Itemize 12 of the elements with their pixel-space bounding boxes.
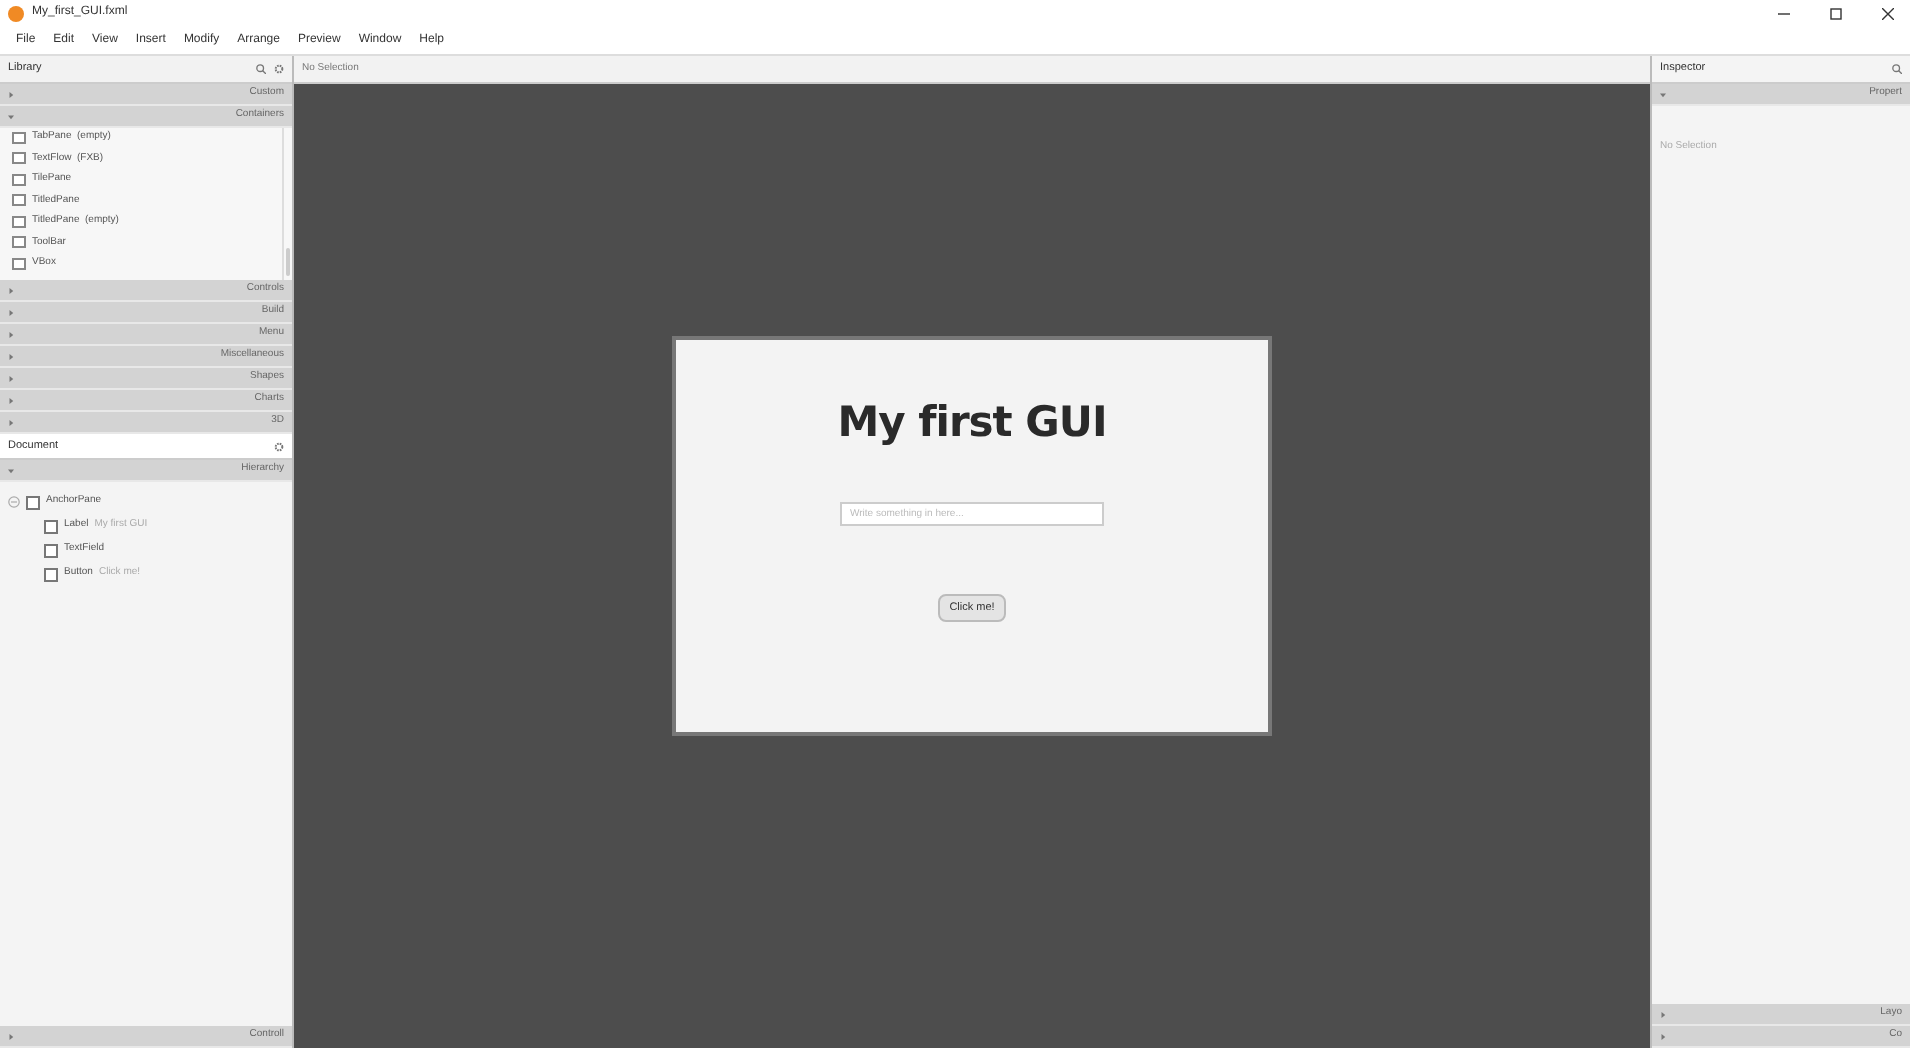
node-icon (26, 495, 40, 509)
maximize-icon[interactable] (1830, 7, 1842, 19)
app-logo-icon (8, 5, 24, 21)
close-icon[interactable] (1882, 7, 1894, 19)
search-icon[interactable] (256, 64, 266, 74)
search-icon[interactable] (1892, 64, 1902, 74)
scrollbar-thumb[interactable] (286, 248, 290, 276)
minimize-icon[interactable] (1778, 7, 1790, 19)
gui-label: My first GUI (837, 396, 1107, 450)
node-icon (44, 543, 58, 557)
node-icon (44, 567, 58, 581)
node-icon (44, 519, 58, 533)
